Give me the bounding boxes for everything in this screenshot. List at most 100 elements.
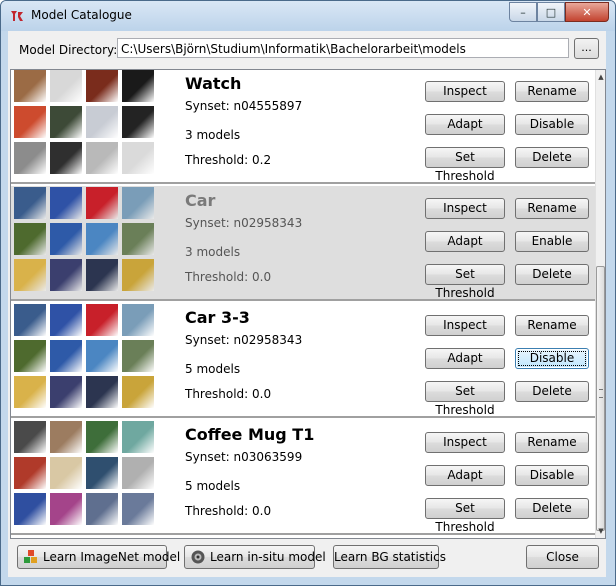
model-thumbnail	[50, 340, 82, 372]
model-thumbnails	[14, 70, 156, 174]
set-threshold-button[interactable]: Set Threshold	[425, 264, 505, 300]
model-name: Car 3-3	[185, 308, 250, 327]
learn-insitu-button[interactable]: Learn in-situ model	[184, 545, 326, 569]
disable-button[interactable]: Disable	[515, 465, 589, 486]
model-count: 3 models	[185, 245, 241, 259]
browse-button[interactable]: ...	[574, 38, 599, 59]
delete-button[interactable]: Delete	[515, 147, 589, 168]
model-count: 3 models	[185, 128, 241, 142]
model-synset: Synset: n03063599	[185, 450, 303, 464]
model-row: Car 3-3 Synset: n02958343 5 models Threshol…	[11, 303, 595, 418]
model-thumbnail	[14, 187, 46, 219]
scroll-up-icon[interactable]: ▲	[596, 70, 605, 84]
delete-button[interactable]: Delete	[515, 381, 589, 402]
model-thumbnail	[86, 259, 118, 291]
tk-feather-icon	[11, 11, 23, 21]
model-thumbnail	[50, 70, 82, 102]
model-thumbnail	[50, 493, 82, 525]
model-thumbnail	[14, 106, 46, 138]
model-thumbnail	[122, 106, 154, 138]
learn-bg-statistics-button[interactable]: Learn BG statistics	[333, 545, 446, 569]
model-thumbnail	[122, 70, 154, 102]
rename-button[interactable]: Rename	[515, 315, 589, 336]
model-thumbnail	[122, 421, 154, 453]
grip-icon	[599, 389, 603, 398]
model-thumbnail	[122, 187, 154, 219]
model-thumbnail	[86, 70, 118, 102]
vertical-scrollbar[interactable]: ▲ ▼	[595, 70, 605, 538]
model-thumbnail	[14, 304, 46, 336]
inspect-button[interactable]: Inspect	[425, 315, 505, 336]
title-bar[interactable]: Model Catalogue – □ ✕	[1, 1, 615, 31]
model-thumbnail	[50, 376, 82, 408]
adapt-button[interactable]: Adapt	[425, 114, 505, 135]
close-window-button[interactable]: ✕	[565, 2, 609, 22]
learn-imagenet-button[interactable]: Learn ImageNet model	[17, 545, 180, 569]
model-catalogue-window: Model Catalogue – □ ✕ Model Directory: C…	[0, 0, 616, 586]
model-row: Coffee Mug T1 Synset: n03063599 5 models Th…	[11, 420, 595, 535]
model-threshold: Threshold: 0.0	[185, 270, 272, 284]
minimize-button[interactable]: –	[509, 2, 537, 22]
inspect-button[interactable]: Inspect	[425, 198, 505, 219]
scrollbar-thumb[interactable]	[596, 266, 605, 531]
camera-lens-icon	[191, 550, 205, 564]
model-thumbnail	[50, 421, 82, 453]
model-thumbnail	[122, 376, 154, 408]
model-thumbnail	[14, 223, 46, 255]
model-synset: Synset: n02958343	[185, 216, 303, 230]
disable-button[interactable]: Disable	[515, 348, 589, 369]
model-thumbnail	[14, 457, 46, 489]
inspect-button[interactable]: Inspect	[425, 432, 505, 453]
delete-button[interactable]: Delete	[515, 264, 589, 285]
model-thumbnails	[14, 304, 156, 408]
model-thumbnail	[50, 106, 82, 138]
model-thumbnail	[14, 340, 46, 372]
rename-button[interactable]: Rename	[515, 81, 589, 102]
adapt-button[interactable]: Adapt	[425, 231, 505, 252]
set-threshold-button[interactable]: Set Threshold	[425, 381, 505, 417]
model-directory-label: Model Directory:	[19, 43, 118, 57]
model-synset: Synset: n04555897	[185, 99, 303, 113]
rename-button[interactable]: Rename	[515, 432, 589, 453]
maximize-button[interactable]: □	[537, 2, 565, 22]
model-thumbnail	[86, 304, 118, 336]
delete-button[interactable]: Delete	[515, 498, 589, 519]
scroll-down-icon[interactable]: ▼	[596, 524, 605, 538]
disable-button[interactable]: Disable	[515, 114, 589, 135]
inspect-button[interactable]: Inspect	[425, 81, 505, 102]
model-thumbnail	[122, 457, 154, 489]
model-thumbnail	[86, 106, 118, 138]
model-threshold: Threshold: 0.0	[185, 387, 272, 401]
model-thumbnail	[14, 421, 46, 453]
model-row: Car Synset: n02958343 3 models Threshold: 0…	[11, 186, 595, 301]
model-thumbnail	[14, 70, 46, 102]
model-thumbnail	[122, 223, 154, 255]
model-thumbnail	[14, 259, 46, 291]
close-button[interactable]: Close	[526, 545, 599, 569]
set-threshold-button[interactable]: Set Threshold	[425, 498, 505, 534]
model-thumbnail	[86, 187, 118, 219]
enable-button[interactable]: Enable	[515, 231, 589, 252]
learn-insitu-label: Learn in-situ model	[210, 550, 326, 564]
adapt-button[interactable]: Adapt	[425, 465, 505, 486]
model-name: Watch	[185, 74, 242, 93]
model-count: 5 models	[185, 479, 241, 493]
model-count: 5 models	[185, 362, 241, 376]
model-thumbnail	[86, 421, 118, 453]
rename-button[interactable]: Rename	[515, 198, 589, 219]
model-thumbnail	[86, 493, 118, 525]
learn-imagenet-label: Learn ImageNet model	[43, 550, 181, 564]
model-thumbnail	[50, 187, 82, 219]
model-threshold: Threshold: 0.2	[185, 153, 272, 167]
model-name: Coffee Mug T1	[185, 425, 315, 444]
model-thumbnail	[50, 223, 82, 255]
model-thumbnail	[86, 340, 118, 372]
model-directory-input[interactable]: C:\Users\Björn\Studium\Informatik\Bachel…	[117, 38, 569, 58]
model-list: Watch Synset: n04555897 3 models Threshold:…	[10, 69, 606, 539]
model-thumbnail	[50, 142, 82, 174]
adapt-button[interactable]: Adapt	[425, 348, 505, 369]
model-thumbnail	[122, 304, 154, 336]
model-thumbnail	[14, 376, 46, 408]
window-title: Model Catalogue	[31, 8, 132, 22]
set-threshold-button[interactable]: Set Threshold	[425, 147, 505, 183]
